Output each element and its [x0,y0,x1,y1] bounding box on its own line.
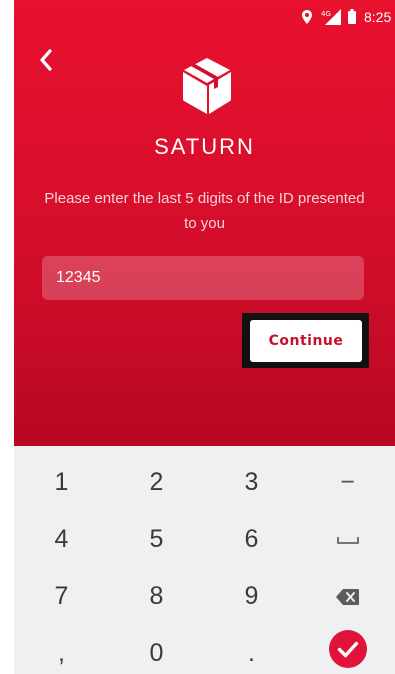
key-backspace[interactable] [300,568,395,625]
id-digits-input[interactable]: 12345 [42,256,364,300]
brand-title: SATURN [154,134,255,159]
chevron-left-icon [40,49,52,71]
back-button[interactable] [34,44,62,76]
key-period[interactable]: . [204,625,299,674]
key-4[interactable]: 4 [14,511,109,568]
continue-button[interactable]: Continue [250,320,362,362]
battery-icon [348,9,356,24]
key-2[interactable]: 2 [109,454,204,511]
app-screen: 4G 8:25 SATURN Please enter the last 5 d… [14,0,395,674]
key-comma[interactable]: , [14,625,109,674]
key-6[interactable]: 6 [204,511,299,568]
key-9[interactable]: 9 [204,568,299,625]
key-7[interactable]: 7 [14,568,109,625]
saturn-box-logo [183,58,231,114]
key-8[interactable]: 8 [109,568,204,625]
key-3[interactable]: 3 [204,454,299,511]
numeric-keypad: 1 2 3 − 4 5 6 7 8 9 , 0 . [14,446,395,674]
location-icon [302,10,312,24]
checkmark-icon [328,630,367,669]
key-0[interactable]: 0 [109,625,204,674]
instruction-text: Please enter the last 5 digits of the ID… [44,190,365,232]
network-label: 4G [321,10,331,18]
backspace-icon [335,589,359,606]
signal-4g-icon: 4G [321,9,341,25]
key-5[interactable]: 5 [109,511,204,568]
status-time: 8:25 [364,9,392,25]
key-space[interactable] [300,511,395,568]
space-icon [336,537,359,545]
key-minus[interactable]: − [300,454,395,511]
status-bar: 4G 8:25 [14,0,395,34]
key-done[interactable] [300,620,395,674]
key-1[interactable]: 1 [14,454,109,511]
